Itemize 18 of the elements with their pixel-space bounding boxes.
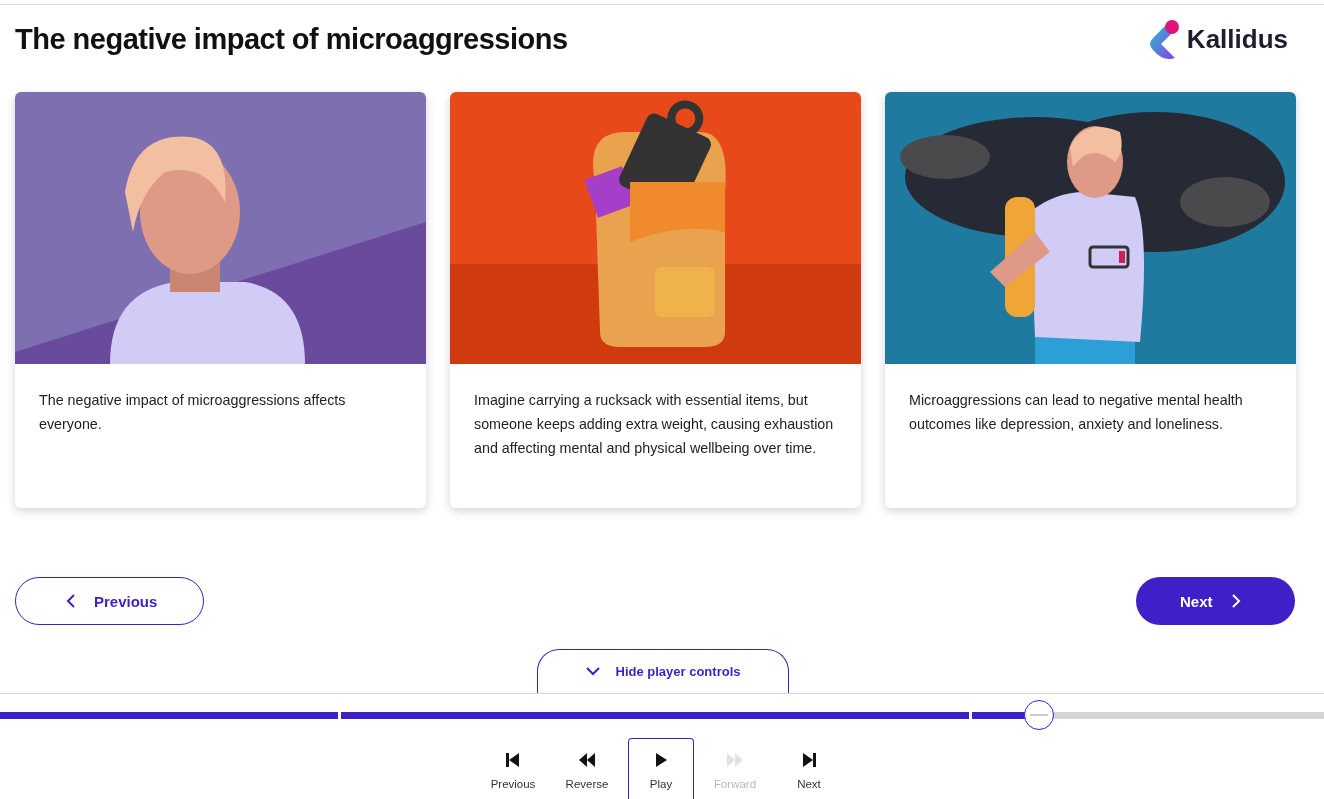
card-text: The negative impact of microaggressions affects everyone.: [38, 391, 347, 434]
skip-back-icon: [504, 751, 522, 769]
previous-button[interactable]: Previous: [15, 577, 204, 625]
skip-forward-icon: [800, 751, 818, 769]
chevron-left-icon: [66, 594, 76, 608]
chevron-right-icon: [1230, 594, 1241, 608]
card-text: Microaggressions can lead to negative mental health outcomes like depression, anxiety and loneliness.: [908, 391, 1244, 434]
chevron-down-icon: [585, 667, 600, 676]
card-text: Imagine carrying a rucksack with essential items, but someone keeps adding extra weight, causing exhaustion and affecting mental and physical wellbeing over time.: [473, 391, 835, 458]
page-title: The negative impact of microaggressions: [15, 22, 568, 56]
logo-text: Kallidus: [1186, 23, 1288, 55]
player-control[interactable]: Play: [628, 738, 694, 799]
logo-icon: [1148, 18, 1181, 60]
next-button[interactable]: Next: [1136, 577, 1295, 625]
hide-controls-tab[interactable]: Hide player controls: [537, 649, 789, 693]
rewind-icon: [578, 751, 596, 769]
fast-forward-icon: [726, 751, 744, 769]
progress-handle[interactable]: [1023, 700, 1054, 730]
